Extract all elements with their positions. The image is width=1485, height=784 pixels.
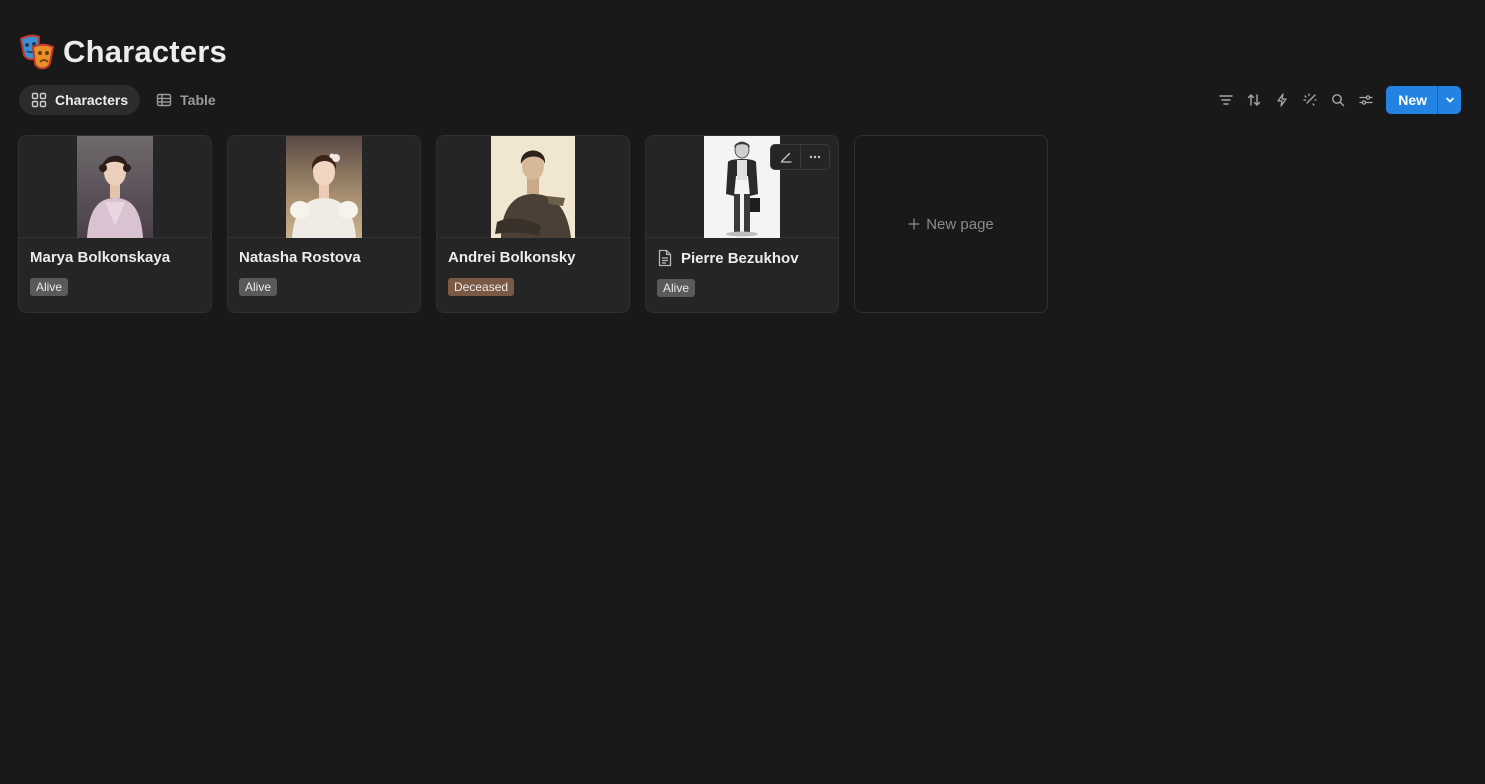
settings-icon bbox=[1359, 95, 1373, 105]
tab-label: Table bbox=[180, 92, 216, 108]
card-title: Natasha Rostova bbox=[239, 249, 361, 266]
filter-button[interactable] bbox=[1212, 86, 1240, 114]
new-button-group: New bbox=[1386, 86, 1461, 114]
edit-button[interactable] bbox=[771, 145, 800, 169]
card-cover bbox=[437, 136, 629, 238]
automation-button[interactable] bbox=[1268, 86, 1296, 114]
tab-table[interactable]: Table bbox=[144, 85, 228, 115]
search-icon bbox=[1332, 94, 1345, 107]
filter-icon bbox=[1219, 95, 1233, 105]
sort-icon bbox=[1248, 94, 1261, 106]
ai-button[interactable] bbox=[1296, 86, 1324, 114]
sort-button[interactable] bbox=[1240, 86, 1268, 114]
status-badge: Deceased bbox=[448, 278, 515, 296]
card-hover-actions bbox=[770, 144, 830, 170]
title-row: Characters bbox=[19, 33, 227, 71]
chevron-down-icon bbox=[1445, 97, 1454, 103]
view-tabs: Characters Table bbox=[19, 85, 228, 115]
automation-icon bbox=[1277, 93, 1287, 107]
card-title: Marya Bolkonskaya bbox=[30, 249, 171, 266]
ai-sparkle-icon bbox=[1303, 93, 1317, 106]
gallery-card[interactable]: Andrei Bolkonsky Deceased bbox=[436, 135, 630, 313]
theater-masks-icon[interactable] bbox=[19, 33, 55, 71]
plus-icon bbox=[908, 218, 920, 230]
gallery-view: Marya Bolkonskaya Alive Natasha Rostova … bbox=[18, 135, 1048, 313]
new-dropdown-button[interactable] bbox=[1437, 86, 1461, 114]
portrait-image bbox=[77, 136, 153, 238]
gallery-card[interactable]: Marya Bolkonskaya Alive bbox=[18, 135, 212, 313]
card-cover bbox=[228, 136, 420, 238]
search-button[interactable] bbox=[1324, 86, 1352, 114]
status-badge: Alive bbox=[30, 278, 69, 296]
page: Characters Characters Table New Marya Bo… bbox=[0, 0, 1485, 784]
gallery-icon bbox=[31, 92, 47, 108]
more-options-button[interactable] bbox=[800, 145, 829, 169]
card-title: Andrei Bolkonsky bbox=[448, 249, 576, 266]
view-settings-button[interactable] bbox=[1352, 86, 1380, 114]
document-icon bbox=[658, 249, 672, 267]
new-button[interactable]: New bbox=[1386, 86, 1437, 114]
portrait-image bbox=[704, 136, 780, 238]
new-page-label: New page bbox=[926, 215, 994, 233]
more-icon bbox=[809, 155, 821, 159]
tab-characters[interactable]: Characters bbox=[19, 85, 141, 115]
gallery-card[interactable]: Natasha Rostova Alive bbox=[227, 135, 421, 313]
card-title: Pierre Bezukhov bbox=[681, 249, 799, 267]
portrait-image bbox=[491, 136, 575, 238]
card-cover bbox=[19, 136, 211, 238]
status-badge: Alive bbox=[239, 278, 278, 296]
edit-icon bbox=[780, 152, 792, 163]
status-badge: Alive bbox=[657, 279, 696, 297]
tab-label: Characters bbox=[55, 92, 129, 108]
page-title: Characters bbox=[63, 34, 227, 69]
new-page-card[interactable]: New page bbox=[854, 135, 1048, 313]
portrait-image bbox=[286, 136, 362, 238]
gallery-card[interactable]: Pierre Bezukhov Alive bbox=[645, 135, 839, 313]
table-icon bbox=[156, 93, 172, 107]
database-toolbar: New bbox=[1212, 86, 1461, 114]
